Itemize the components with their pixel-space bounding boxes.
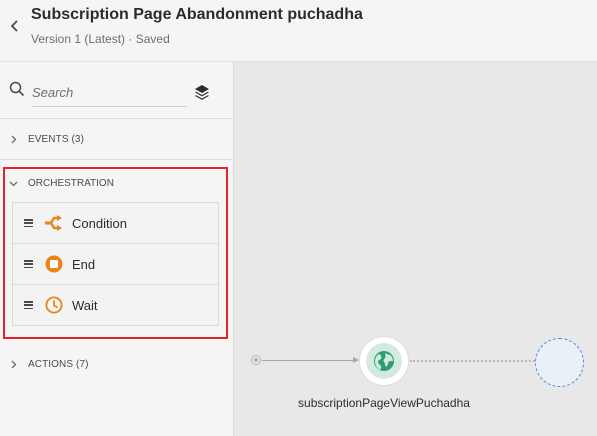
condition-icon [45,214,63,232]
activity-label: Wait [72,297,98,313]
journey-title: Subscription Page Abandonment puchadha [31,6,363,23]
drop-target-node[interactable] [535,338,584,387]
search-input[interactable] [32,79,187,107]
back-button[interactable] [6,16,22,36]
chevron-right-icon [9,360,18,369]
chevron-down-icon [9,179,18,188]
layers-icon[interactable] [193,83,211,101]
activity-label: Condition [72,215,127,231]
wait-icon [45,296,63,314]
connector-dotted-line [410,360,535,362]
connector-line [262,360,357,361]
arrowhead-icon [353,357,359,363]
event-node-label: subscriptionPageViewPuchadha [298,396,470,410]
activity-end[interactable]: End [12,243,219,285]
activity-palette: EVENTS (3) ORCHESTRATION [0,62,234,436]
activity-condition[interactable]: Condition [12,202,219,244]
activity-wait[interactable]: Wait [12,284,219,326]
search-row [0,62,233,119]
section-actions[interactable]: ACTIONS (7) [0,344,233,384]
activity-label: End [72,256,96,272]
section-orchestration-label: ORCHESTRATION [28,177,114,189]
section-orchestration: ORCHESTRATION Condition End Wait [3,167,228,339]
globe-icon [374,351,394,371]
section-events-label: EVENTS (3) [28,134,85,145]
drag-handle-icon[interactable] [24,219,33,227]
drag-handle-icon[interactable] [24,301,33,309]
end-icon [45,255,63,273]
journey-header: Subscription Page Abandonment puchadha V… [0,0,597,62]
journey-canvas[interactable]: subscriptionPageViewPuchadha [234,62,597,436]
section-orchestration-header[interactable]: ORCHESTRATION [5,169,226,197]
section-actions-label: ACTIONS (7) [28,358,89,370]
orchestration-list: Condition End Wait [12,202,219,326]
search-icon [9,81,25,97]
journey-version-status: Version 1 (Latest) · Saved [31,32,170,46]
chevron-left-icon [10,20,18,32]
chevron-right-icon [9,135,18,144]
start-point [251,355,261,365]
event-node-badge [366,343,402,379]
section-events[interactable]: EVENTS (3) [0,120,233,160]
event-node[interactable] [360,337,408,385]
drag-handle-icon[interactable] [24,260,33,268]
